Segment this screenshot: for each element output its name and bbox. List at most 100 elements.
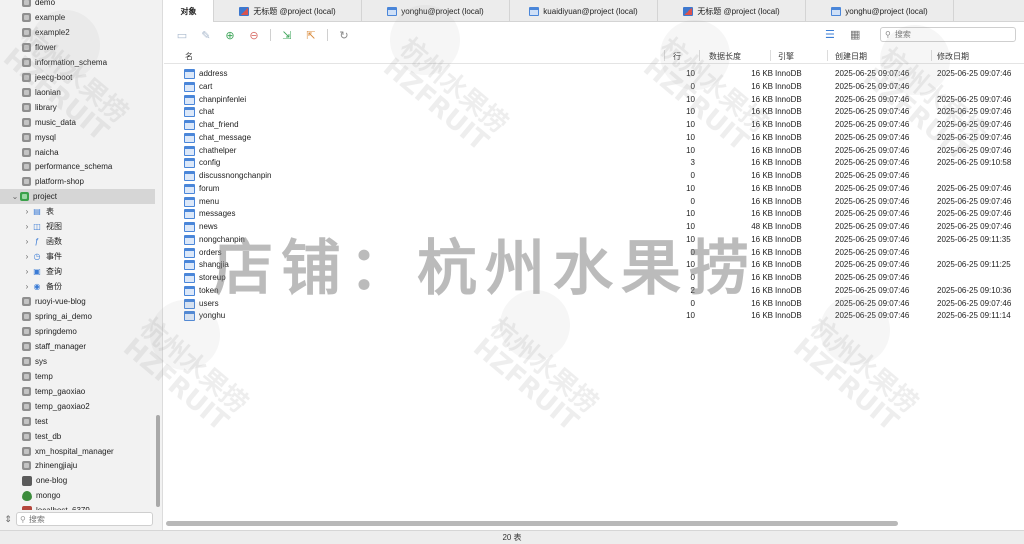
tree-node-database-jeecg-boot[interactable]: jeecg-boot bbox=[0, 70, 155, 85]
column-header-name[interactable]: 名 bbox=[185, 51, 193, 62]
chevron-down-icon[interactable]: ⌄ bbox=[10, 192, 20, 201]
table-row[interactable]: address 10 16 KB InnoDB 2025-06-25 09:07:46 2… bbox=[164, 68, 1024, 81]
chevron-right-icon[interactable]: › bbox=[22, 237, 32, 246]
column-header-rows[interactable]: 行 bbox=[664, 51, 681, 62]
table-row[interactable]: storeup 0 16 KB InnoDB 2025-06-25 09:07:46 bbox=[164, 272, 1024, 285]
table-row[interactable]: chat_message 10 16 KB InnoDB 2025-06-25 09:0… bbox=[164, 132, 1024, 145]
tree-node-database-temp[interactable]: temp bbox=[0, 369, 155, 384]
column-divider[interactable] bbox=[699, 50, 700, 61]
tree-node-database-spring_ai_demo[interactable]: spring_ai_demo bbox=[0, 309, 155, 324]
column-header-size[interactable]: 数据长度 bbox=[709, 51, 741, 62]
tree-node-database-ruoyi-vue-blog[interactable]: ruoyi-vue-blog bbox=[0, 294, 155, 309]
table-row[interactable]: discussnongchanpin 0 16 KB InnoDB 2025-06-25… bbox=[164, 170, 1024, 183]
tree-node-database-example[interactable]: example bbox=[0, 10, 155, 25]
query-icon: ▣ bbox=[33, 266, 41, 276]
tree-node-database-temp_gaoxiao2[interactable]: temp_gaoxiao2 bbox=[0, 399, 155, 414]
tree-node-database-information_schema[interactable]: information_schema bbox=[0, 55, 155, 70]
tree-node-database-performance_schema[interactable]: performance_schema bbox=[0, 159, 155, 174]
column-divider[interactable] bbox=[770, 50, 771, 61]
tree-node-database-sys[interactable]: sys bbox=[0, 354, 155, 369]
column-header-created[interactable]: 创建日期 bbox=[835, 51, 867, 62]
object-search-input[interactable] bbox=[894, 30, 1005, 39]
tree-node-database-demo[interactable]: demo bbox=[0, 0, 155, 10]
table-row[interactable]: chat_friend 10 16 KB InnoDB 2025-06-25 09:07… bbox=[164, 119, 1024, 132]
tree-node-database-library[interactable]: library bbox=[0, 100, 155, 115]
chevron-right-icon[interactable]: › bbox=[22, 252, 32, 261]
tab-0[interactable]: 对象 bbox=[164, 0, 214, 22]
tree-node-object[interactable]: › ◉ 备份 bbox=[0, 279, 155, 294]
tree-node-database-xm_hospital_manager[interactable]: xm_hospital_manager bbox=[0, 444, 155, 459]
table-row[interactable]: cart 0 16 KB InnoDB 2025-06-25 09:07:46 bbox=[164, 81, 1024, 94]
tree-node-connection-mongo[interactable]: mongo bbox=[0, 488, 155, 503]
table-row[interactable]: shangjia 10 16 KB InnoDB 2025-06-25 09:07:46… bbox=[164, 259, 1024, 272]
tree-node-database-music_data[interactable]: music_data bbox=[0, 115, 155, 130]
tree-node-object[interactable]: › ◫ 视图 bbox=[0, 219, 155, 234]
delete-table-icon[interactable]: ⊖ bbox=[242, 29, 266, 42]
tree-node-connection-one-blog[interactable]: one-blog bbox=[0, 473, 155, 488]
tree-node-object[interactable]: › ƒ 函数 bbox=[0, 234, 155, 249]
table-row[interactable]: forum 10 16 KB InnoDB 2025-06-25 09:07:46 202… bbox=[164, 183, 1024, 196]
sidebar-scrollbar[interactable] bbox=[156, 415, 160, 507]
tab-label: 无标题 @project (local) bbox=[253, 6, 336, 16]
chevron-right-icon[interactable]: › bbox=[22, 207, 32, 216]
tab-1[interactable]: 无标题 @project (local) bbox=[214, 0, 362, 22]
cell-engine: InnoDB bbox=[775, 273, 802, 282]
chevron-right-icon[interactable]: › bbox=[22, 222, 32, 231]
new-table-icon[interactable]: ⊕ bbox=[218, 29, 242, 42]
table-row[interactable]: chathelper 10 16 KB InnoDB 2025-06-25 09:07:… bbox=[164, 145, 1024, 158]
refresh-icon[interactable]: ↻ bbox=[332, 29, 356, 42]
design-table-icon[interactable]: ✎ bbox=[194, 29, 218, 42]
tab-3[interactable]: kuaidiyuan@project (local) bbox=[510, 0, 658, 22]
open-table-icon[interactable]: ▭ bbox=[170, 29, 194, 42]
tree-node-database-temp_gaoxiao[interactable]: temp_gaoxiao bbox=[0, 384, 155, 399]
table-row[interactable]: news 10 48 KB InnoDB 2025-06-25 09:07:46 2025… bbox=[164, 221, 1024, 234]
import-icon[interactable]: ⇲ bbox=[275, 29, 299, 42]
object-search-box[interactable]: ⚲ bbox=[880, 27, 1016, 42]
tree-node-database-example2[interactable]: example2 bbox=[0, 25, 155, 40]
column-divider[interactable] bbox=[827, 50, 828, 61]
tree-node-database-flower[interactable]: flower bbox=[0, 40, 155, 55]
table-row[interactable]: messages 10 16 KB InnoDB 2025-06-25 09:07:46… bbox=[164, 208, 1024, 221]
tree-node-object[interactable]: › ▣ 查询 bbox=[0, 264, 155, 279]
table-row[interactable]: orders 0 16 KB InnoDB 2025-06-25 09:07:46 bbox=[164, 247, 1024, 260]
chevron-right-icon[interactable]: › bbox=[22, 282, 32, 291]
tree-node-database-springdemo[interactable]: springdemo bbox=[0, 324, 155, 339]
tree-node-object[interactable]: › ▤ 表 bbox=[0, 204, 155, 219]
tree-node-database-project[interactable]: ⌄ project bbox=[0, 189, 155, 205]
tree-node-database-mysql[interactable]: mysql bbox=[0, 130, 155, 145]
table-row[interactable]: token 2 16 KB InnoDB 2025-06-25 09:07:46 2025… bbox=[164, 285, 1024, 298]
chevron-right-icon[interactable]: › bbox=[22, 267, 32, 276]
database-icon bbox=[22, 386, 31, 396]
tree-node-database-laonian[interactable]: laonian bbox=[0, 85, 155, 100]
table-row[interactable]: nongchanpin 10 16 KB InnoDB 2025-06-25 09:07… bbox=[164, 234, 1024, 247]
tab-5[interactable]: yonghu@project (local) bbox=[806, 0, 954, 22]
tree-node-database-test[interactable]: test bbox=[0, 414, 155, 429]
table-row[interactable]: chat 10 16 KB InnoDB 2025-06-25 09:07:46 2025… bbox=[164, 106, 1024, 119]
sidebar-search-box[interactable]: ⚲ bbox=[16, 512, 153, 526]
table-row[interactable]: chanpinfenlei 10 16 KB InnoDB 2025-06-25 09:… bbox=[164, 94, 1024, 107]
list-view-icon[interactable]: ☰ bbox=[825, 28, 835, 41]
table-row[interactable]: menu 0 16 KB InnoDB 2025-06-25 09:07:46 2025-… bbox=[164, 196, 1024, 209]
table-row[interactable]: config 3 16 KB InnoDB 2025-06-25 09:07:46 202… bbox=[164, 157, 1024, 170]
horizontal-scrollbar[interactable] bbox=[166, 521, 898, 526]
cell-name: config bbox=[199, 158, 221, 168]
column-header-modified[interactable]: 修改日期 bbox=[937, 51, 969, 62]
filter-icon[interactable]: ⇕ bbox=[0, 514, 16, 525]
tree-node-database-naicha[interactable]: naicha bbox=[0, 145, 155, 160]
table-row[interactable]: users 0 16 KB InnoDB 2025-06-25 09:07:46 2025… bbox=[164, 298, 1024, 311]
tree-node-object[interactable]: › ◷ 事件 bbox=[0, 249, 155, 264]
event-icon: ◷ bbox=[33, 251, 41, 261]
tab-2[interactable]: yonghu@project (local) bbox=[362, 0, 510, 22]
tab-4[interactable]: 无标题 @project (local) bbox=[658, 0, 806, 22]
column-header-engine[interactable]: 引擎 bbox=[778, 51, 794, 62]
table-row[interactable]: yonghu 10 16 KB InnoDB 2025-06-25 09:07:46 20… bbox=[164, 310, 1024, 323]
tree-node-database-platform-shop[interactable]: platform-shop bbox=[0, 174, 155, 189]
sidebar-search-input[interactable] bbox=[28, 514, 139, 524]
export-icon[interactable]: ⇱ bbox=[299, 29, 323, 42]
tree-node-database-zhinengjiaju[interactable]: zhinengjiaju bbox=[0, 458, 155, 473]
column-divider[interactable] bbox=[931, 50, 932, 61]
tree-node-database-test_db[interactable]: test_db bbox=[0, 429, 155, 444]
grid-view-icon[interactable]: ▦ bbox=[850, 28, 860, 41]
tab-label: yonghu@project (local) bbox=[845, 6, 928, 16]
tree-node-database-staff_manager[interactable]: staff_manager bbox=[0, 339, 155, 354]
